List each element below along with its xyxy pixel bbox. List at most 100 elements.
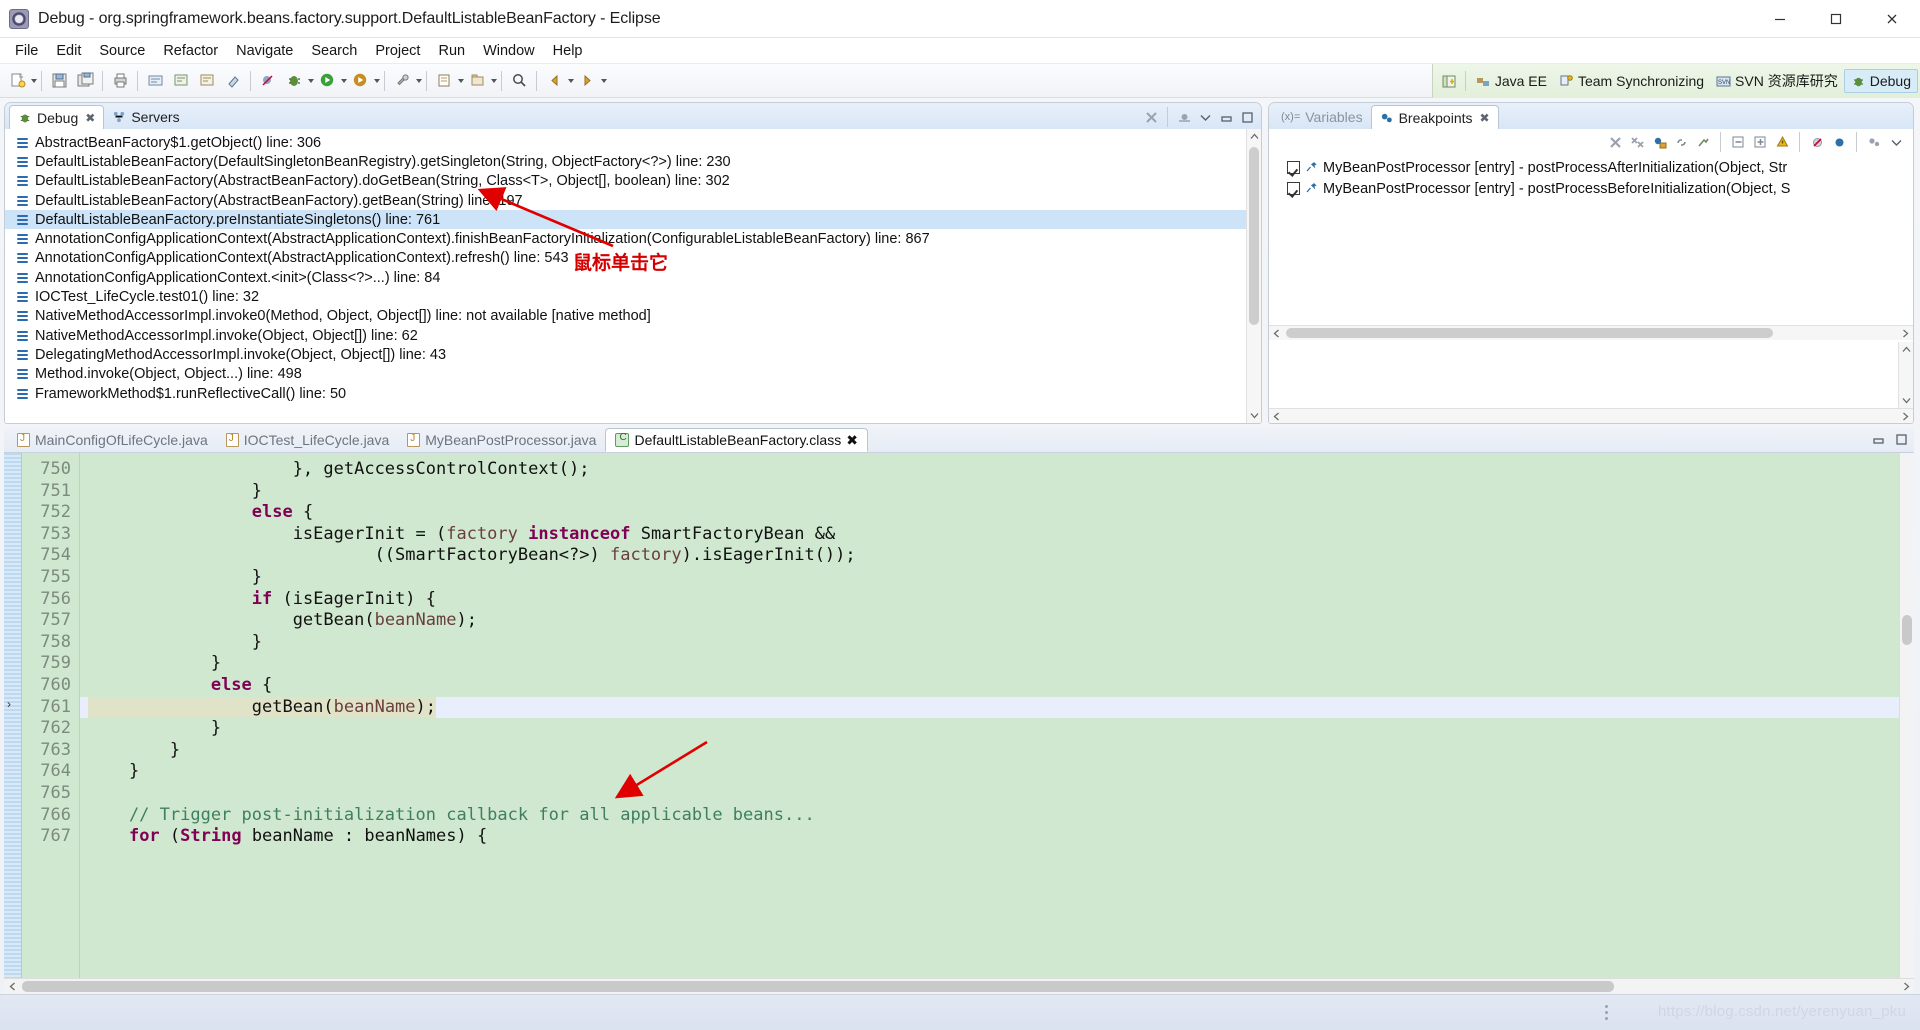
menu-run[interactable]: Run — [429, 41, 474, 61]
code-line[interactable]: }, getAccessControlContext(); — [80, 459, 1914, 481]
breakpoint-checkbox[interactable] — [1287, 161, 1300, 174]
breakpoint-working-sets-icon[interactable] — [1694, 133, 1712, 151]
skip-breakpoints-icon[interactable] — [256, 69, 280, 93]
editor-vertical-scrollbar[interactable] — [1899, 453, 1914, 979]
scroll-right-icon[interactable] — [1898, 979, 1914, 994]
show-breakpoints-supported-icon[interactable] — [1650, 133, 1668, 151]
view-menu-icon[interactable] — [1196, 108, 1214, 126]
new-java-project-icon[interactable] — [432, 69, 456, 93]
new-dropdown-caret[interactable] — [31, 78, 37, 83]
debug-dropdown-caret[interactable] — [308, 78, 314, 83]
new-java-caret[interactable] — [458, 78, 464, 83]
code-line[interactable]: } — [80, 481, 1914, 503]
editor-horizontal-scrollbar[interactable] — [4, 978, 1914, 994]
code-line[interactable]: } — [80, 567, 1914, 589]
scroll-right-icon[interactable] — [1898, 409, 1913, 423]
debug-icon[interactable] — [282, 69, 306, 93]
code-line[interactable]: for (String beanName : beanNames) { — [80, 826, 1914, 848]
search-icon[interactable] — [507, 69, 531, 93]
minimize-view-icon[interactable] — [1217, 108, 1235, 126]
skip-all-breakpoints-icon[interactable] — [1808, 133, 1826, 151]
stack-frame-row[interactable]: DefaultListableBeanFactory.preInstantiat… — [5, 210, 1261, 230]
stack-frame-row[interactable]: NativeMethodAccessorImpl.invoke(Object, … — [5, 326, 1261, 345]
stack-frame-row[interactable]: DefaultListableBeanFactory(AbstractBeanF… — [5, 172, 1261, 191]
stack-frame-row[interactable]: NativeMethodAccessorImpl.invoke0(Method,… — [5, 307, 1261, 326]
breakpoint-row[interactable]: MyBeanPostProcessor [entry] - postProces… — [1269, 178, 1913, 199]
editor-tab[interactable]: MainConfigOfLifeCycle.java — [8, 428, 217, 452]
breakpoints-horizontal-scrollbar[interactable] — [1269, 408, 1913, 423]
tab-variables[interactable]: (x)= Variables — [1273, 105, 1371, 129]
breakpoint-checkbox[interactable] — [1287, 182, 1300, 195]
code-line[interactable]: isEagerInit = (factory instanceof SmartF… — [80, 524, 1914, 546]
perspective-debug[interactable]: Debug — [1843, 69, 1918, 93]
scroll-thumb[interactable] — [1286, 328, 1773, 338]
open-perspective-icon[interactable] — [1439, 70, 1461, 92]
coverage-dropdown-caret[interactable] — [374, 78, 380, 83]
scroll-thumb[interactable] — [22, 981, 1614, 992]
code-line[interactable]: } — [80, 632, 1914, 654]
tab-breakpoints-close-icon[interactable]: ✖ — [1480, 111, 1490, 125]
build-all-icon[interactable] — [169, 69, 193, 93]
tab-breakpoints[interactable]: Breakpoints ✖ — [1370, 105, 1499, 129]
maximize-editor-icon[interactable] — [1892, 430, 1910, 448]
code-line[interactable]: } — [80, 761, 1914, 783]
debug-view-vertical-scrollbar[interactable] — [1246, 129, 1261, 423]
external-tools-icon[interactable] — [390, 69, 414, 93]
back-icon[interactable] — [542, 69, 566, 93]
forward-caret[interactable] — [601, 78, 607, 83]
code-line[interactable]: } — [80, 718, 1914, 740]
breakpoint-row[interactable]: MyBeanPostProcessor [entry] - postProces… — [1269, 157, 1913, 178]
scroll-up-icon[interactable] — [1899, 342, 1913, 357]
stack-frames-list[interactable]: AbstractBeanFactory$1.getObject() line: … — [5, 129, 1261, 403]
code-line[interactable] — [80, 783, 1914, 805]
menu-file[interactable]: File — [6, 41, 47, 61]
menu-source[interactable]: Source — [90, 41, 154, 61]
scroll-left-icon[interactable] — [1269, 409, 1284, 423]
menu-project[interactable]: Project — [366, 41, 429, 61]
stack-frame-row[interactable]: AnnotationConfigApplicationContext(Abstr… — [5, 249, 1261, 268]
scroll-down-icon[interactable] — [1899, 393, 1913, 408]
add-java-exception-breakpoint-icon[interactable] — [1773, 133, 1791, 151]
breakpoints-list[interactable]: MyBeanPostProcessor [entry] - postProces… — [1269, 155, 1913, 199]
new-package-icon[interactable] — [465, 69, 489, 93]
source-code[interactable]: }, getAccessControlContext(); } else { i… — [80, 453, 1914, 994]
maximize-button[interactable] — [1808, 0, 1864, 37]
scroll-thumb[interactable] — [1902, 615, 1912, 645]
menu-navigate[interactable]: Navigate — [227, 41, 302, 61]
stack-frame-row[interactable]: DefaultListableBeanFactory(AbstractBeanF… — [5, 191, 1261, 210]
back-caret[interactable] — [568, 78, 574, 83]
expand-all-icon[interactable] — [1751, 133, 1769, 151]
build-icon[interactable] — [143, 69, 167, 93]
scroll-left-icon[interactable] — [1269, 326, 1284, 340]
editor-tab[interactable]: DefaultListableBeanFactory.class✖ — [605, 428, 868, 452]
code-line[interactable]: else { — [80, 502, 1914, 524]
stack-frame-row[interactable]: AbstractBeanFactory$1.getObject() line: … — [5, 133, 1261, 152]
minimize-button[interactable] — [1752, 0, 1808, 37]
coverage-icon[interactable] — [348, 69, 372, 93]
stack-frame-row[interactable]: IOCTest_LifeCycle.test01() line: 32 — [5, 287, 1261, 306]
save-all-icon[interactable] — [73, 69, 97, 93]
code-line[interactable]: else { — [80, 675, 1914, 697]
view-menu-extra-icon[interactable] — [1175, 108, 1193, 126]
clean-icon[interactable] — [221, 69, 245, 93]
scroll-down-icon[interactable] — [1247, 408, 1261, 423]
scroll-left-icon[interactable] — [4, 979, 20, 994]
code-line[interactable]: ((SmartFactoryBean<?>) factory).isEagerI… — [80, 545, 1914, 567]
code-line[interactable]: } — [80, 653, 1914, 675]
stack-frame-row[interactable]: Method.invoke(Object, Object...) line: 4… — [5, 365, 1261, 384]
menu-search[interactable]: Search — [302, 41, 366, 61]
breakpoint-ruler[interactable]: › — [4, 453, 22, 994]
stack-frame-row[interactable]: DelegatingMethodAccessorImpl.invoke(Obje… — [5, 345, 1261, 364]
menu-window[interactable]: Window — [474, 41, 544, 61]
tab-debug-close-icon[interactable]: ✖ — [85, 111, 95, 125]
close-button[interactable] — [1864, 0, 1920, 37]
new-icon[interactable] — [5, 69, 29, 93]
code-line[interactable]: } — [80, 740, 1914, 762]
collapse-all-icon[interactable] — [1729, 133, 1747, 151]
run-dropdown-caret[interactable] — [341, 78, 347, 83]
breakpoints-view-dropdown-icon[interactable] — [1887, 133, 1905, 151]
stack-frame-row[interactable]: AnnotationConfigApplicationContext(Abstr… — [5, 229, 1261, 248]
code-line[interactable]: getBean(beanName); — [80, 696, 1914, 719]
breakpoints-view-menu-icon[interactable] — [1865, 133, 1883, 151]
stack-frame-row[interactable]: FrameworkMethod$1.runReflectiveCall() li… — [5, 384, 1261, 403]
